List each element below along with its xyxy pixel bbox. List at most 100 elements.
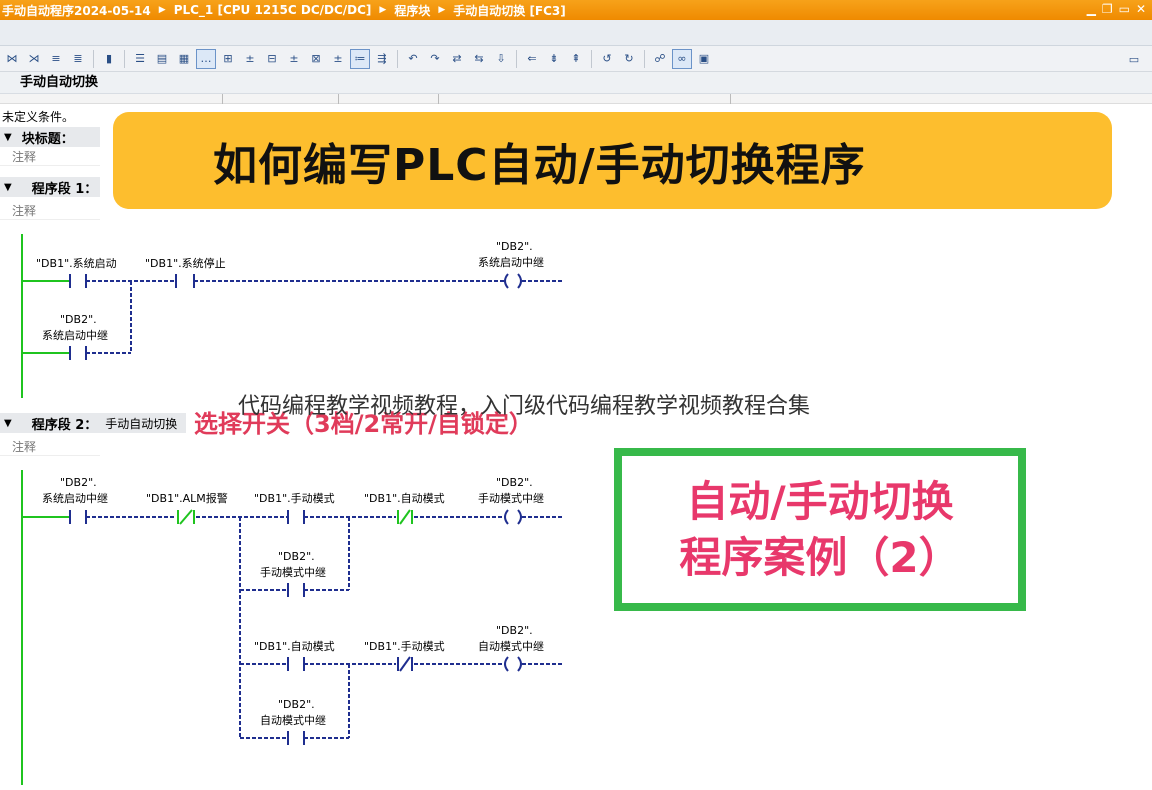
network1-comment[interactable]: 注释 (0, 202, 100, 220)
table-view-icon[interactable]: ▦ (174, 49, 194, 69)
breadcrumb-arrow-icon: ▶ (158, 5, 166, 15)
network2-label: 程序段 2： (31, 417, 98, 433)
no-contact-auto-relay (287, 731, 305, 745)
contact-db-label: "DB2". (60, 476, 97, 489)
contact-db-label: "DB2". (60, 313, 97, 326)
no-contact-sys-start (69, 274, 87, 288)
no-contact-manual-relay (287, 583, 305, 597)
append-row-icon[interactable]: ≣ (68, 49, 88, 69)
force-icon[interactable]: ☍ (650, 49, 670, 69)
symbol-info-icon[interactable]: ± (240, 49, 260, 69)
close-icon[interactable]: ✕ (1136, 2, 1146, 16)
collapse-triangle-icon[interactable]: ▼ (4, 182, 12, 193)
contact-label: "DB1".自动模式 (254, 640, 335, 653)
overlay-caption: 代码编程教学视频教程，入门级代码编程教学视频教程合集 (238, 394, 811, 419)
nc-contact-alm (177, 509, 195, 525)
nc-contact-manual (397, 656, 413, 672)
coil-db-label: "DB2". (496, 624, 533, 637)
folder-name[interactable]: 程序块 (394, 2, 430, 19)
list-view-icon[interactable]: ☰ (130, 49, 150, 69)
contact-label: "DB1".系统停止 (145, 257, 226, 270)
coil-db-label: "DB2". (496, 240, 533, 253)
contact-label: "DB1".ALM报警 (146, 492, 228, 505)
detail-view-icon[interactable]: ▤ (152, 49, 172, 69)
title-bar: 手动自动程序2024-05-14 ▶ PLC_1 [CPU 1215C DC/D… (0, 0, 1152, 20)
collapse-triangle-icon[interactable]: ▼ (4, 132, 12, 143)
network2-comment[interactable]: 注释 (0, 438, 100, 456)
no-contact-sys-stop (175, 274, 195, 288)
project-name: 手动自动程序2024-05-14 (2, 3, 151, 18)
coil-db-label: "DB2". (496, 476, 533, 489)
monitor-glasses-icon[interactable]: ∞ (672, 48, 692, 69)
tab-strip (0, 20, 1152, 46)
toolbar-separator (644, 49, 645, 68)
nc-contact-auto (397, 509, 413, 525)
network1-header[interactable]: ▼ 程序段 1： (0, 177, 100, 197)
lock-icon[interactable]: ▣ (694, 49, 714, 69)
next-error-icon[interactable]: ↷ (425, 49, 445, 69)
absolute-operand-icon[interactable]: ⊞ (218, 49, 238, 69)
delete-network-icon[interactable]: ⋊ (24, 49, 44, 69)
info-text-icon[interactable]: ≔ (350, 48, 370, 69)
contact-label: 系统启动中继 (42, 492, 108, 505)
toolbar-separator (516, 49, 517, 68)
case-box-line1: 自动/手动切换 (686, 476, 954, 526)
undefined-condition: 未定义条件。 (2, 110, 75, 124)
no-contact-sys-relay (69, 346, 87, 360)
no-contact-auto (287, 657, 305, 671)
step-over-icon[interactable]: ⇞ (566, 49, 586, 69)
interface-column-header (0, 94, 1152, 104)
compare-icon[interactable]: ⇐ (522, 49, 542, 69)
device-name[interactable]: PLC_1 [CPU 1215C DC/DC/DC] (174, 3, 372, 17)
insert-row-icon[interactable]: ≡ (46, 49, 66, 69)
restore-icon[interactable]: ❐ (1102, 2, 1113, 16)
contact-label: "DB1".手动模式 (364, 640, 445, 653)
bookmark-next-icon[interactable]: ⇆ (469, 49, 489, 69)
toolbar-separator (124, 49, 125, 68)
panel-icon[interactable]: ▭ (1124, 49, 1144, 69)
block-name-crumb[interactable]: 手动自动切换 [FC3] (453, 2, 566, 19)
insert-network-icon[interactable]: ⋈ (2, 49, 22, 69)
coil-sys-relay (504, 273, 522, 289)
coil-label: 系统启动中继 (478, 256, 544, 269)
network2-header[interactable]: ▼ 程序段 2： 手动自动切换 (0, 413, 186, 433)
coil-label: 手动模式中继 (478, 492, 544, 505)
block-name-bar: 手动自动切换 (0, 72, 1152, 94)
contact-db-label: "DB2". (278, 550, 315, 563)
contact-db-label: "DB2". (278, 698, 315, 711)
breadcrumb-arrow-icon: ▶ (379, 5, 387, 15)
minimize-icon[interactable]: ▁ (1087, 2, 1096, 16)
case-box-line2: 程序案例（2） (679, 532, 961, 582)
toolbar-separator (397, 49, 398, 68)
contact-label: "DB1".系统启动 (36, 257, 117, 270)
go-to-error-icon[interactable]: ↶ (403, 49, 423, 69)
expand-icon[interactable]: ± (328, 49, 348, 69)
toolbar-separator (93, 49, 94, 68)
code-icon[interactable]: ⇶ (372, 49, 392, 69)
contact-label: "DB1".自动模式 (364, 492, 445, 505)
block-title-row[interactable]: ▼ 块标题： (0, 127, 100, 147)
breadcrumb-arrow-icon: ▶ (438, 5, 446, 15)
collapse-triangle-icon[interactable]: ▼ (4, 418, 12, 429)
toolbar-separator (591, 49, 592, 68)
download-icon[interactable]: ⇩ (491, 49, 511, 69)
step-icon[interactable]: ⇟ (544, 49, 564, 69)
monitor-off-icon[interactable]: ↻ (619, 49, 639, 69)
network-comment-icon[interactable]: ⊟ (262, 49, 282, 69)
window-controls: ▁ ❐ ▭ ✕ (1087, 2, 1146, 16)
comments-icon[interactable]: … (196, 48, 216, 69)
monitor-icon[interactable]: ↺ (597, 49, 617, 69)
maximize-icon[interactable]: ▭ (1119, 2, 1130, 16)
contact-label: 手动模式中继 (260, 566, 326, 579)
block-comment[interactable]: 注释 (0, 148, 100, 166)
editor-toolbar: ⋈ ⋊ ≡ ≣ ▮ ☰ ▤ ▦ … ⊞ ± ⊟ ± ⊠ ± ≔ ⇶ ↶ ↷ ⇄ … (0, 46, 1152, 72)
tag-table-icon[interactable]: ⊠ (306, 49, 326, 69)
contact-label: "DB1".手动模式 (254, 492, 335, 505)
favorites-icon[interactable]: ± (284, 49, 304, 69)
title-banner: 如何编写PLC自动/手动切换程序 (113, 112, 1112, 209)
bookmark-icon[interactable]: ⇄ (447, 49, 467, 69)
no-contact-r2-relay (69, 510, 87, 524)
online-icon[interactable]: ▮ (99, 49, 119, 69)
coil-auto-relay (504, 656, 522, 672)
network2-title: 手动自动切换 (105, 416, 178, 431)
